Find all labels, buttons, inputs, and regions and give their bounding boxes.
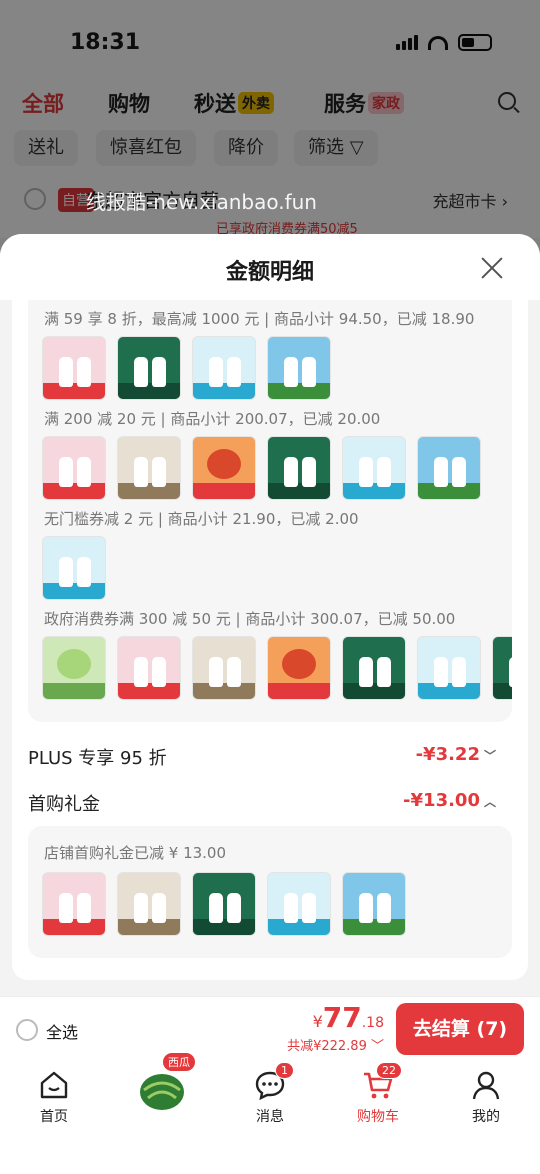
first-purchase-label: 首购礼金 xyxy=(28,794,100,815)
product-thumbnail[interactable] xyxy=(342,436,406,500)
product-thumbnail[interactable] xyxy=(117,436,181,500)
product-thumbnail[interactable] xyxy=(267,636,331,700)
product-thumbnail[interactable] xyxy=(192,636,256,700)
message-badge: 1 xyxy=(275,1062,294,1079)
product-thumbnail[interactable] xyxy=(417,436,481,500)
first-purchase-value[interactable]: -¥13.00 ︿ xyxy=(403,790,496,811)
total-price: ¥77.18 xyxy=(312,1001,384,1034)
total-saved[interactable]: 共减¥222.89 ﹀ xyxy=(287,1035,384,1054)
select-all-radio[interactable] xyxy=(16,1019,38,1041)
product-thumbnail[interactable] xyxy=(267,336,331,400)
discount-groups: 满 59 享 8 折，最高减 1000 元 | 商品小计 94.50，已减 18… xyxy=(28,300,512,722)
chevron-up-icon: ︿ xyxy=(483,795,496,809)
product-thumbnail[interactable] xyxy=(417,636,481,700)
group-thumbs xyxy=(42,336,331,400)
message-icon: 1 xyxy=(254,1062,294,1101)
product-thumbnail[interactable] xyxy=(492,636,512,700)
sheet-header: 金额明细 xyxy=(0,234,540,300)
group-title: 满 200 减 20 元 | 商品小计 200.07，已减 20.00 xyxy=(44,410,381,428)
product-thumbnail[interactable] xyxy=(342,872,406,936)
product-thumbnail[interactable] xyxy=(192,436,256,500)
nav-cart[interactable]: 22 购物车 xyxy=(338,1062,418,1126)
product-thumbnail[interactable] xyxy=(267,872,331,936)
sheet-card: 满 59 享 8 折，最高减 1000 元 | 商品小计 94.50，已减 18… xyxy=(12,300,528,980)
group-thumbs xyxy=(42,636,512,700)
product-thumbnail[interactable] xyxy=(42,636,106,700)
home-icon xyxy=(38,1070,70,1100)
product-thumbnail[interactable] xyxy=(117,336,181,400)
sheet-title: 金额明细 xyxy=(225,260,314,285)
cart-badge: 22 xyxy=(376,1062,402,1079)
nav-watermelon[interactable]: 西瓜 xyxy=(122,1052,202,1112)
group-title: 政府消费券满 300 减 50 元 | 商品小计 300.07，已减 50.00 xyxy=(44,610,456,628)
watermark: 线报酷-new.xianbao.fun xyxy=(86,190,317,214)
product-thumbnail[interactable] xyxy=(117,636,181,700)
plus-discount-label: PLUS 专享 95 折 xyxy=(28,748,167,769)
product-thumbnail[interactable] xyxy=(192,872,256,936)
close-icon[interactable] xyxy=(480,256,504,280)
product-thumbnail[interactable] xyxy=(42,872,106,936)
chevron-down-icon: ﹀ xyxy=(370,1039,384,1054)
product-thumbnail[interactable] xyxy=(42,436,106,500)
watermelon-icon: 西瓜 xyxy=(138,1052,196,1112)
gift-thumbs xyxy=(42,872,406,936)
first-purchase-detail: 店铺首购礼金已减 ¥ 13.00 xyxy=(28,826,512,958)
group-title: 满 59 享 8 折，最高减 1000 元 | 商品小计 94.50，已减 18… xyxy=(44,310,475,328)
product-thumbnail[interactable] xyxy=(42,336,106,400)
product-thumbnail[interactable] xyxy=(267,436,331,500)
cart-icon: 22 xyxy=(362,1062,402,1100)
checkout-bar: 全选 ¥77.18 共减¥222.89 ﹀ 去结算 (7) xyxy=(0,996,540,1060)
chevron-down-icon: ﹀ xyxy=(483,749,496,763)
product-thumbnail[interactable] xyxy=(42,536,106,600)
checkout-button[interactable]: 去结算 (7) xyxy=(396,1003,524,1055)
nav-messages[interactable]: 1 消息 xyxy=(230,1062,310,1126)
group-thumbs xyxy=(42,536,106,600)
gift-title: 店铺首购礼金已减 ¥ 13.00 xyxy=(44,844,227,862)
product-thumbnail[interactable] xyxy=(192,336,256,400)
bottom-nav: 首页 西瓜 1 消息 22 购物车 我的 xyxy=(0,1052,540,1174)
nav-home[interactable]: 首页 xyxy=(14,1070,94,1126)
watermelon-badge: 西瓜 xyxy=(162,1052,196,1072)
select-all-label[interactable]: 全选 xyxy=(46,1019,78,1043)
product-thumbnail[interactable] xyxy=(117,872,181,936)
nav-profile[interactable]: 我的 xyxy=(446,1070,526,1126)
group-thumbs xyxy=(42,436,481,500)
profile-icon xyxy=(470,1070,502,1100)
plus-discount-value[interactable]: -¥3.22 ﹀ xyxy=(416,744,496,765)
product-thumbnail[interactable] xyxy=(342,636,406,700)
group-title: 无门槛券减 2 元 | 商品小计 21.90，已减 2.00 xyxy=(44,510,359,528)
amount-detail-sheet: 金额明细 满 59 享 8 折，最高减 1000 元 | 商品小计 94.50，… xyxy=(0,234,540,996)
